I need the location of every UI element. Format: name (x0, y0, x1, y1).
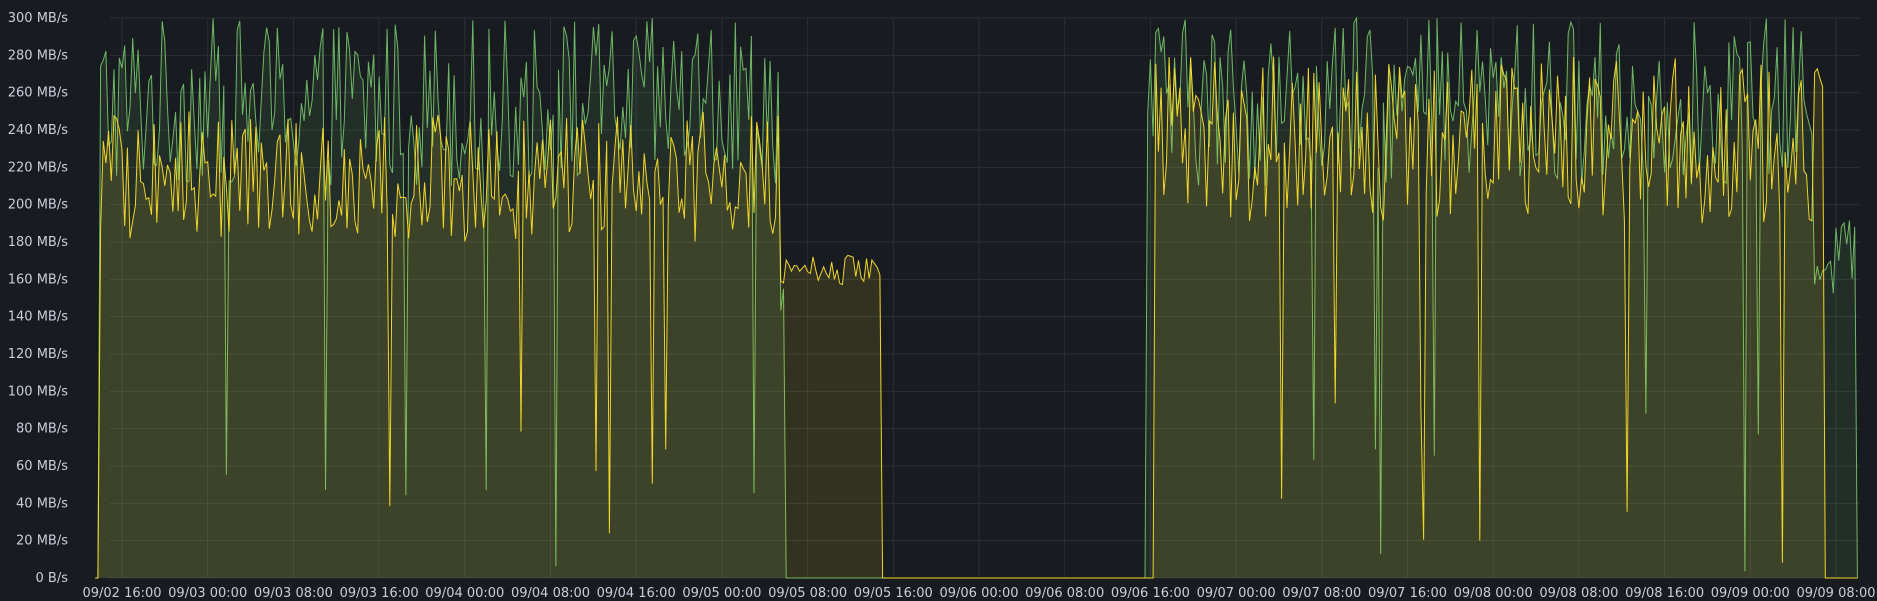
x-tick-label: 09/06 00:00 (939, 586, 1018, 601)
y-tick-label: 300 MB/s (8, 11, 68, 26)
x-tick-label: 09/03 16:00 (340, 586, 419, 601)
x-tick-label: 09/07 16:00 (1368, 586, 1447, 601)
throughput-chart: 0 B/s 20 MB/s 40 MB/s 60 MB/s 80 MB/s 100 MB/… (8, 11, 1876, 601)
x-tick-label: 09/04 00:00 (425, 586, 504, 601)
x-tick-label: 09/07 00:00 (1197, 586, 1276, 601)
y-tick-label: 60 MB/s (16, 459, 68, 474)
y-tick-label: 200 MB/s (8, 198, 68, 213)
y-tick-label: 100 MB/s (8, 384, 68, 399)
y-tick-label: 120 MB/s (8, 347, 68, 362)
y-tick-label: 40 MB/s (16, 496, 68, 511)
x-tick-label: 09/06 16:00 (1111, 586, 1190, 601)
x-tick-label: 09/04 16:00 (597, 586, 676, 601)
y-tick-label: 140 MB/s (8, 310, 68, 325)
y-tick-label: 240 MB/s (8, 123, 68, 138)
y-tick-label: 20 MB/s (16, 534, 68, 549)
x-tick-label: 09/03 08:00 (254, 586, 333, 601)
y-tick-label: 180 MB/s (8, 235, 68, 250)
y-tick-label: 260 MB/s (8, 86, 68, 101)
y-tick-label: 80 MB/s (16, 422, 68, 437)
x-tick-label: 09/05 16:00 (854, 586, 933, 601)
x-tick-label: 09/05 00:00 (682, 586, 761, 601)
x-tick-label: 09/02 16:00 (82, 586, 161, 601)
x-tick-label: 09/03 00:00 (168, 586, 247, 601)
y-tick-label: 280 MB/s (8, 48, 68, 63)
x-tick-label: 09/08 08:00 (1539, 586, 1618, 601)
x-tick-label: 09/08 16:00 (1625, 586, 1704, 601)
x-tick-label: 09/06 08:00 (1025, 586, 1104, 601)
x-tick-label: 09/09 00:00 (1711, 586, 1790, 601)
y-tick-label: 220 MB/s (8, 160, 68, 175)
y-tick-label: 160 MB/s (8, 272, 68, 287)
time-series-panel: 0 B/s 20 MB/s 40 MB/s 60 MB/s 80 MB/s 100 MB/… (0, 0, 1877, 601)
x-tick-label: 09/04 08:00 (511, 586, 590, 601)
x-tick-label: 09/07 08:00 (1282, 586, 1361, 601)
x-tick-label: 09/09 08:00 (1796, 586, 1875, 601)
x-tick-label: 09/05 08:00 (768, 586, 847, 601)
y-tick-label: 0 B/s (36, 571, 69, 586)
x-tick-label: 09/08 00:00 (1454, 586, 1533, 601)
